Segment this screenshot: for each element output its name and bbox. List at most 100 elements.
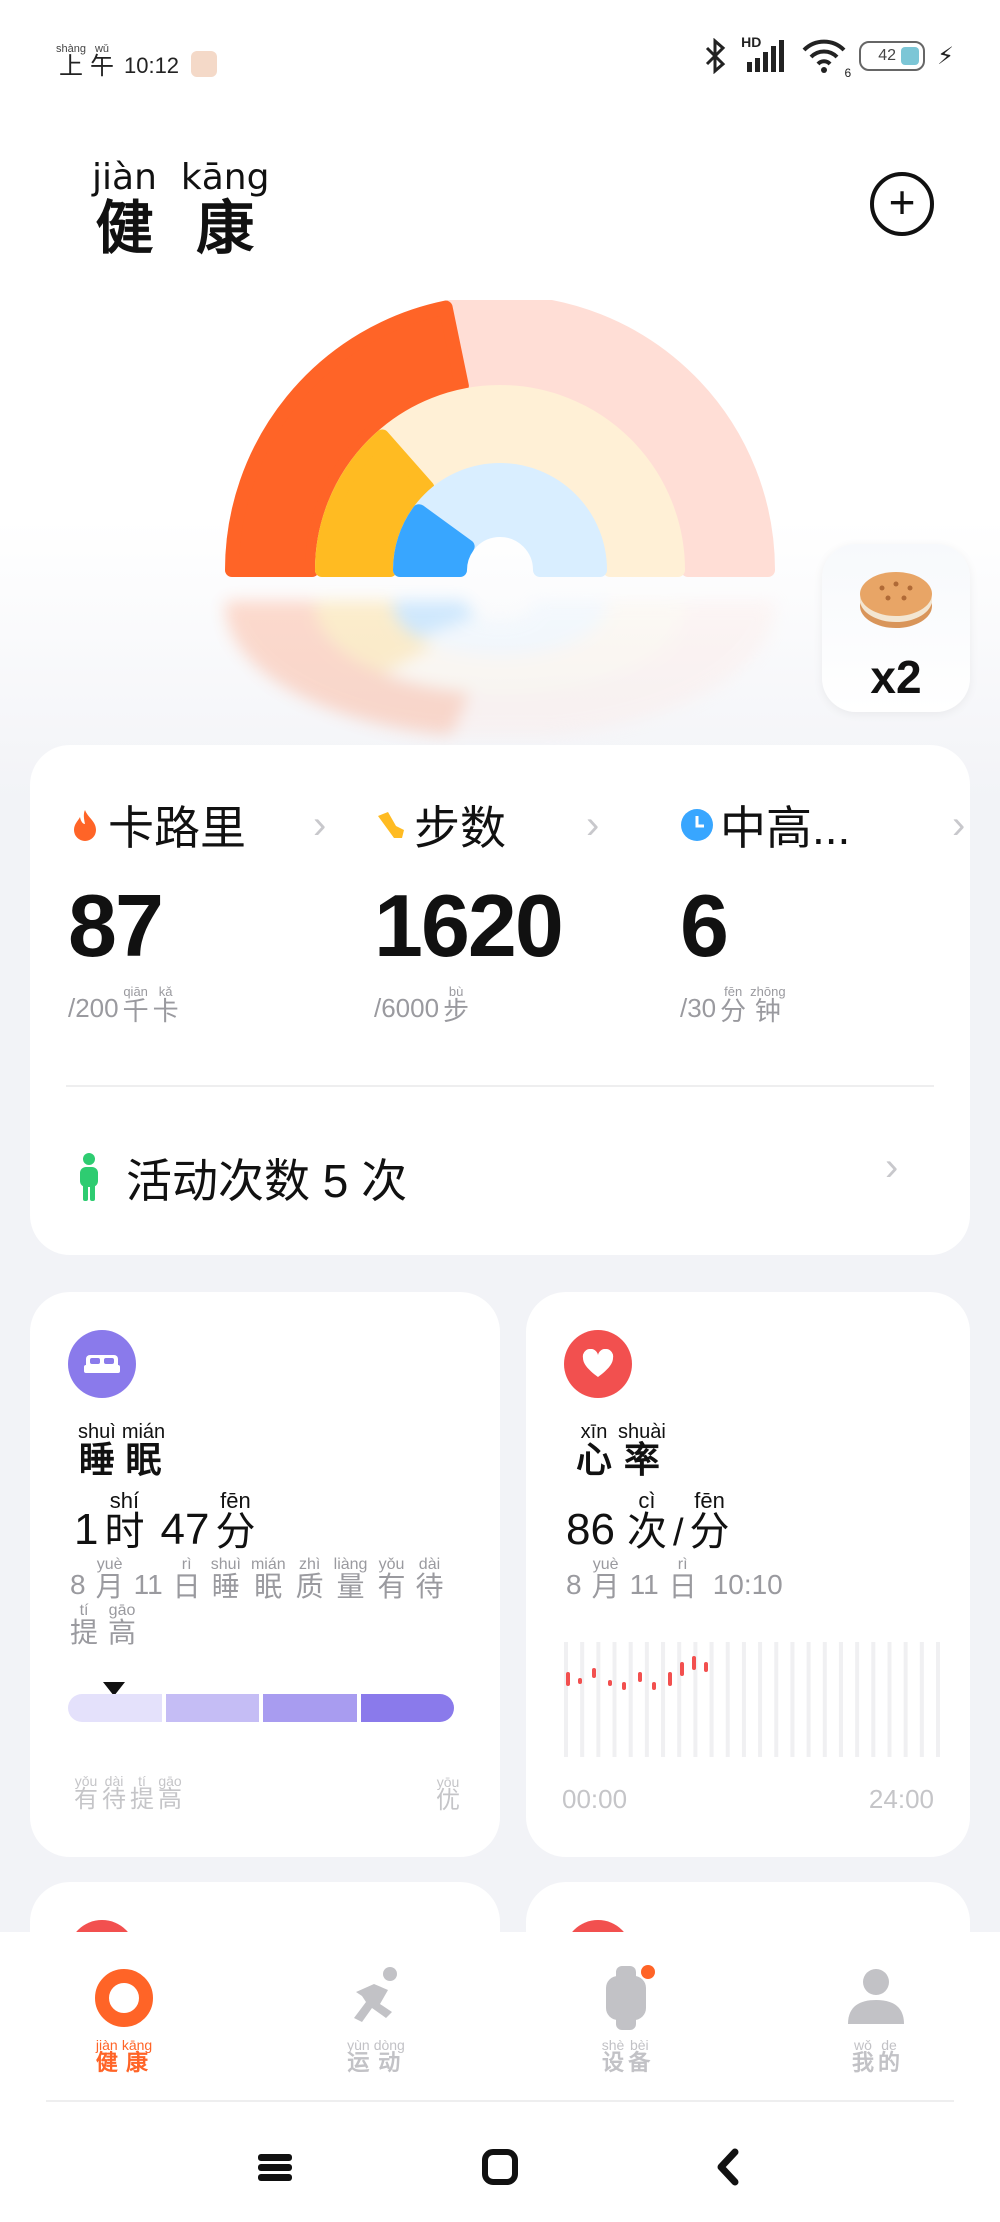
heart-rate-mark [680,1662,684,1676]
chart-gridline [725,1642,730,1757]
sleep-card[interactable]: shuì 睡 mián 眠 1 shí 时 47 fēn 分 8 yuè 月 11 rì 日… [30,1292,500,1857]
profile-icon [848,1969,904,2024]
running-icon [354,1967,397,2022]
chart-gridline [887,1642,892,1757]
activity-count-row[interactable]: 活动次数 5 次 [74,1145,407,1211]
heart-rate-mark [652,1682,656,1690]
chart-gridline [741,1642,746,1757]
chart-gridline [644,1642,649,1757]
tab-health[interactable]: jiàn 健 kāng 康 [54,1962,194,2074]
heart-rate-card[interactable]: xīn 心 shuài 率 86 cì 次 / fēn 分 8 yuè 月 11 rì 日 … [526,1292,970,1857]
heart-rate-mark [622,1682,626,1690]
chart-gridline [612,1642,617,1757]
metric-goal: /30 fēn 分 zhōng 钟 [680,984,786,1026]
watch-icon [606,1965,655,2030]
tab-label: wǒ 我 de 的 [851,2037,901,2075]
bluetooth-icon [706,38,726,74]
sleep-bar-segment [68,1694,162,1722]
heart-rate-mark [566,1672,570,1686]
health-ring-icon [95,1969,153,2027]
chart-gridline [758,1642,763,1757]
heart-rate-mark [638,1672,642,1682]
clock-icon [681,809,713,841]
metric-calories[interactable]: 卡路里 › 87 /200 qiān 千 kǎ 卡 [68,795,368,1024]
chart-axis-end: 24:00 [868,1784,934,1814]
notification-dot [641,1965,655,1979]
sleep-quality-bar [68,1694,454,1722]
chart-gridline [677,1642,682,1757]
sleep-quality-text: 8 yuè 月 11 rì 日 shuì 睡 mián 眠 zhì 质 liàng 量 yǒ… [70,1556,444,1648]
sleep-bar-segment [360,1694,454,1722]
chart-gridline [790,1642,795,1757]
flame-icon [74,810,96,841]
chart-gridline [580,1642,585,1757]
chart-gridline [661,1642,666,1757]
shoe-icon [378,812,404,838]
home-icon[interactable] [475,2142,525,2192]
bottom-navigation: jiàn 健 kāng 康 yùn 运 dòng 动 shè 设 bèi 备 wǒ 我 de 的 [0,1932,1000,2222]
chevron-right-icon: › [586,803,600,847]
back-icon[interactable] [705,2142,755,2192]
heart-icon [564,1330,632,1398]
sleep-bar-segment [165,1694,259,1722]
activity-rings-reflection [225,600,775,735]
tab-profile[interactable]: wǒ 我 de 的 [806,1962,946,2074]
chevron-right-icon: › [313,803,327,847]
chart-gridline [628,1642,633,1757]
page-title: jiàn 健 kāng 康 [92,157,270,261]
person-standing-icon [80,1153,98,1201]
metric-label: 卡路里 [108,802,246,854]
heart-rate-timestamp: 8 yuè 月 11 rì 日 10:10 [566,1556,783,1602]
divider [46,2100,954,2102]
chart-gridline [871,1642,876,1757]
reward-count: x2 [870,651,922,703]
metric-goal: /6000 bù 步 [374,984,470,1026]
summary-card: 卡路里 › 87 /200 qiān 千 kǎ 卡 步数 › 1620 /6000 … [30,745,970,1255]
app-notification-icon [191,51,218,77]
wifi-icon: 6 [801,38,851,80]
chevron-right-icon: › [952,803,966,847]
tab-exercise[interactable]: yùn 运 dòng 动 [306,1962,446,2074]
heart-rate-mark [592,1668,596,1678]
chart-axis-start: 00:00 [562,1784,628,1814]
battery-icon: 42 [859,41,926,71]
chart-gridline [919,1642,924,1757]
chart-gridline [806,1642,811,1757]
heart-rate-value: 86 cì 次 / fēn 分 [566,1488,730,1554]
tab-devices[interactable]: shè 设 bèi 备 [556,1962,696,2074]
sleep-bar-segment [263,1694,357,1722]
heart-rate-mark [668,1672,672,1686]
chevron-right-icon: › [885,1145,899,1189]
chart-gridline [596,1642,601,1757]
plus-circle-icon: + [888,176,916,228]
metric-active-minutes[interactable]: 中高... › 6 /30 fēn 分 zhōng 钟 [680,795,980,1024]
divider [66,1085,934,1087]
chart-gridline [903,1642,908,1757]
metric-steps[interactable]: 步数 › 1620 /6000 bù 步 [374,795,674,1024]
chart-gridline [564,1642,568,1757]
activity-count-label: 活动次数 5 次 [126,1155,408,1207]
sleep-scale-low-label: yǒu 有 dài 待 tí 提 gāo 高 [74,1773,182,1813]
menu-icon[interactable] [250,2142,300,2192]
bed-icon [68,1330,136,1398]
sleep-duration: 1 shí 时 47 fēn 分 [74,1488,256,1554]
tab-label: yùn 运 dòng 动 [347,2037,405,2075]
chart-gridline [838,1642,843,1757]
sleep-scale-high-label: yōu 优 [436,1774,460,1814]
metric-value: 6 [680,876,729,975]
heart-rate-mark [608,1680,612,1686]
tab-label: jiàn 健 kāng 康 [95,2037,153,2075]
metric-value: 87 [68,876,164,975]
sleep-title: shuì 睡 mián 眠 [78,1421,166,1480]
metric-label: 步数 [414,802,506,854]
chart-gridline [936,1642,940,1757]
chart-gridline [822,1642,827,1757]
metric-goal: /200 qiān 千 kǎ 卡 [68,984,179,1026]
charging-icon: ⚡ [937,42,954,70]
reward-badge[interactable]: x2 [822,544,970,712]
heart-rate-mark [692,1656,696,1670]
cookie-icon [860,572,932,628]
add-button[interactable]: + [870,172,934,236]
metric-label: 中高... [720,802,851,854]
heart-rate-mark [578,1678,582,1684]
